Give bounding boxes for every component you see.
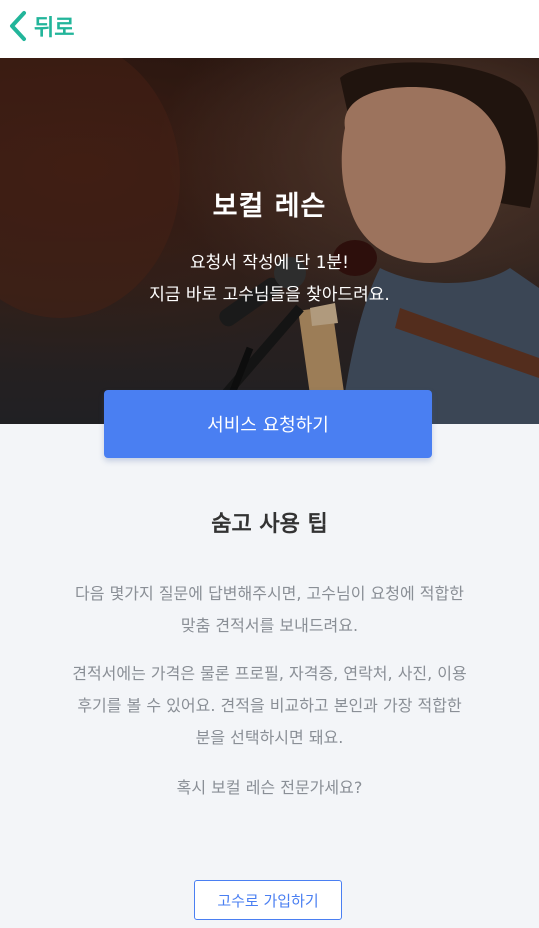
chevron-left-icon xyxy=(10,11,26,41)
back-label: 뒤로 xyxy=(34,16,75,41)
tips-p1-line2: 맞춤 견적서를 보내드려요. xyxy=(180,616,359,635)
hero-overlay xyxy=(0,58,539,424)
tips-paragraph-2: 견적서에는 가격은 물론 프로필, 자격증, 연락처, 사진, 이용 후기를 볼… xyxy=(20,658,519,754)
hero-subtitle-line1: 요청서 작성에 단 1분! xyxy=(190,253,349,273)
hero-title: 보컬 레슨 xyxy=(212,191,327,222)
service-request-button[interactable]: 서비스 요청하기 xyxy=(104,390,432,458)
hero-subtitle-line2: 지금 바로 고수님들을 찾아드려요. xyxy=(149,285,390,305)
tips-paragraph-1: 다음 몇가지 질문에 답변해주시면, 고수님이 요청에 적합한 맞춤 견적서를 … xyxy=(20,578,519,642)
tips-title: 숨고 사용 팁 xyxy=(211,512,328,537)
signup-as-pro-button[interactable]: 고수로 가입하기 xyxy=(194,880,342,920)
tips-p2-line3: 분을 선택하시면 돼요. xyxy=(195,728,344,747)
hero-banner: 보컬 레슨 요청서 작성에 단 1분! 지금 바로 고수님들을 찾아드려요. xyxy=(0,58,539,424)
expert-question: 혹시 보컬 레슨 전문가세요? xyxy=(176,778,363,797)
tips-p2-line2: 후기를 볼 수 있어요. 견적을 비교하고 본인과 가장 적합한 xyxy=(77,696,462,715)
back-button[interactable]: 뒤로 xyxy=(8,8,74,44)
top-nav-bar: 뒤로 xyxy=(0,0,539,58)
tips-p2-line1: 견적서에는 가격은 물론 프로필, 자격증, 연락처, 사진, 이용 xyxy=(72,664,467,683)
tips-p1-line1: 다음 몇가지 질문에 답변해주시면, 고수님이 요청에 적합한 xyxy=(75,584,464,603)
